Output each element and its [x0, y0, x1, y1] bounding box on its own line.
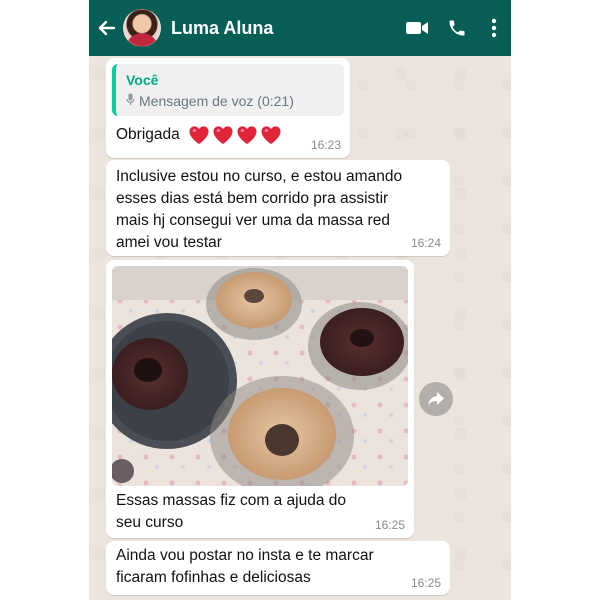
photo-message-bubble[interactable]: Essas massas fiz com a ajuda do seu curs… — [106, 260, 414, 538]
message-line: Ainda vou postar no insta e te marcar — [116, 547, 374, 564]
heart-icon — [213, 126, 233, 144]
more-vertical-icon[interactable] — [477, 0, 511, 56]
message-bubble[interactable]: Inclusive estou no curso, e estou amando… — [106, 160, 450, 256]
quote-text: Mensagem de voz (0:21) — [139, 93, 294, 109]
forward-arrow-icon[interactable] — [419, 382, 453, 416]
message-body: Ainda vou postar no insta e te marcar fi… — [116, 545, 374, 589]
message-time: 16:23 — [310, 138, 341, 152]
message-line: Essas massas fiz com a ajuda do — [116, 492, 347, 509]
message-line: seu curso — [116, 514, 184, 531]
message-line: mais hj consegui ver uma da massa red — [116, 212, 390, 229]
video-camera-icon[interactable] — [397, 0, 437, 56]
message-body: Inclusive estou no curso, e estou amando… — [116, 166, 402, 254]
heart-emojis — [188, 125, 282, 145]
message-line: ficaram fofinhas e deliciosas — [116, 569, 311, 586]
message-line: esses dias está bem corrido pra assistir — [116, 190, 389, 207]
quoted-message[interactable]: Você Mensagem de voz (0:21) — [112, 64, 344, 116]
message-time: 16:25 — [374, 518, 405, 532]
message-time: 16:25 — [410, 576, 441, 590]
message-bubble[interactable]: Ainda vou postar no insta e te marcar fi… — [106, 541, 450, 595]
heart-icon — [189, 126, 209, 144]
message-body: Obrigada — [116, 124, 282, 146]
quote-body: Mensagem de voz (0:21) — [126, 93, 294, 109]
contact-name[interactable]: Luma Aluna — [171, 18, 397, 39]
heart-icon — [237, 126, 257, 144]
message-line: amei vou testar — [116, 234, 222, 251]
phone-icon[interactable] — [437, 0, 477, 56]
message-line: Inclusive estou no curso, e estou amando — [116, 168, 403, 185]
avatar[interactable] — [123, 9, 161, 47]
microphone-icon — [126, 93, 135, 109]
arrow-left-icon[interactable] — [93, 0, 121, 56]
chat-screen: Luma Aluna Você Mensagem de voz (0:21) O… — [89, 0, 511, 600]
message-text: Obrigada — [116, 126, 180, 143]
message-time: 16:24 — [410, 236, 441, 250]
heart-icon — [261, 126, 281, 144]
message-bubble[interactable]: Você Mensagem de voz (0:21) Obrigada 16:… — [106, 58, 350, 158]
chat-header: Luma Aluna — [89, 0, 511, 56]
cake-photo[interactable] — [112, 266, 408, 486]
quote-sender: Você — [126, 72, 159, 88]
photo-caption: Essas massas fiz com a ajuda do seu curs… — [116, 490, 346, 534]
